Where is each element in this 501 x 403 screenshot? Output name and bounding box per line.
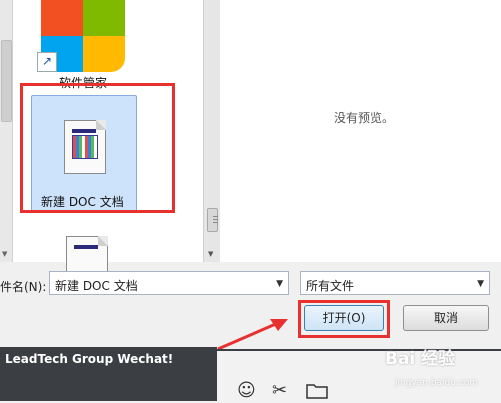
scroll-down-arrow-icon[interactable]: ▼ xyxy=(2,250,7,258)
left-scrollbar[interactable]: ▼ xyxy=(0,0,13,262)
smiley-icon[interactable]: ☺ xyxy=(237,380,256,401)
highlight-box xyxy=(298,300,390,338)
filetype-value: 所有文件 xyxy=(306,279,355,293)
highlight-box xyxy=(20,83,175,213)
filetype-select[interactable]: 所有文件 ▼ xyxy=(300,271,490,295)
annotation-arrow-icon xyxy=(217,319,288,351)
dropdown-arrow-icon[interactable]: ▼ xyxy=(276,279,283,289)
dropdown-arrow-icon[interactable]: ▼ xyxy=(477,279,484,289)
watermark-logo: Bai 经验 xyxy=(385,349,456,369)
filename-value: 新建 DOC 文档 xyxy=(55,279,138,293)
scissors-icon[interactable]: ✂ xyxy=(272,380,287,401)
filename-label: 件名(N): xyxy=(0,280,47,294)
cancel-button[interactable]: 取消 xyxy=(403,305,489,331)
filename-input[interactable]: 新建 DOC 文档 ▼ xyxy=(49,271,289,295)
chat-header: LeadTech Group Wechat! xyxy=(0,347,217,401)
left-scrollbar-thumb[interactable] xyxy=(1,40,12,122)
list-scrollbar[interactable]: ▼ xyxy=(203,0,221,262)
list-scrollbar-thumb[interactable] xyxy=(207,208,218,232)
folder-icon[interactable] xyxy=(306,382,328,399)
watermark-url: jingyan.baidu.com xyxy=(395,378,479,388)
no-preview-text: 没有预览。 xyxy=(334,111,395,125)
shortcut-arrow-icon: ↗ xyxy=(37,52,57,72)
scroll-down-arrow-icon[interactable]: ▼ xyxy=(208,250,213,258)
chat-title: LeadTech Group Wechat! xyxy=(5,352,174,366)
chat-toolbar xyxy=(217,349,501,403)
preview-pane: 没有预览。 xyxy=(220,0,501,262)
